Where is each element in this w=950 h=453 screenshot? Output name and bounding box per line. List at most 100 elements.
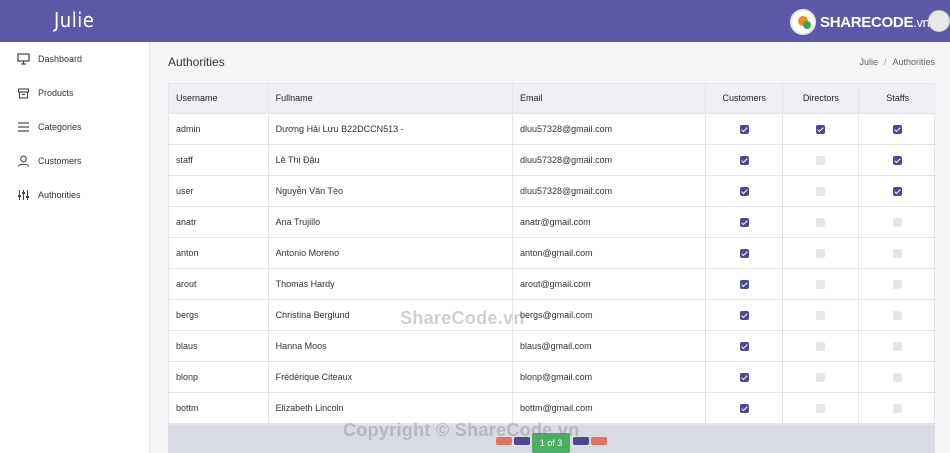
cell-staffs (858, 113, 936, 145)
cell-username: blonp (169, 361, 269, 393)
directors-role-checkbox[interactable] (816, 372, 826, 382)
breadcrumb: Julie / Authorities (859, 57, 935, 67)
breadcrumb-item-home[interactable]: Julie (859, 57, 878, 67)
sharecode-logo-icon (790, 9, 816, 35)
cell-staffs (858, 361, 936, 393)
sidebar-item-label: Authorities (38, 190, 81, 200)
sidebar-item-authorities[interactable]: Authorities (0, 182, 150, 208)
staffs-role-checkbox[interactable] (893, 341, 903, 351)
directors-role-checkbox[interactable] (816, 279, 826, 289)
table-row: anatr Ana Trujillo anatr@gmail.com (169, 206, 936, 238)
cell-directors (782, 175, 860, 207)
staffs-role-checkbox[interactable] (893, 310, 903, 320)
cell-staffs (858, 392, 936, 424)
cell-customers (705, 175, 784, 207)
table-row: anton Antonio Moreno anton@gmail.com (169, 237, 936, 269)
cell-email: anton@gmail.com (512, 237, 707, 269)
cell-staffs (858, 268, 936, 300)
pagination-last-button[interactable] (591, 437, 607, 445)
column-header-fullname: Fullname (268, 84, 513, 114)
staffs-role-checkbox[interactable] (893, 279, 903, 289)
directors-role-checkbox[interactable] (816, 248, 826, 258)
customers-role-checkbox[interactable] (739, 310, 749, 320)
cell-username: anton (169, 237, 269, 269)
sidebar-item-categories[interactable]: Categories (0, 114, 150, 140)
cell-fullname: Nguyễn Văn Tèo (268, 175, 513, 207)
cell-fullname: Antonio Moreno (268, 237, 513, 269)
sidebar-item-label: Customers (38, 156, 82, 166)
cell-customers (705, 299, 784, 331)
list-icon (17, 121, 30, 134)
cell-username: bottm (169, 392, 269, 424)
cell-customers (705, 144, 784, 176)
directors-role-checkbox[interactable] (816, 310, 826, 320)
cell-email: blonp@gmail.com (512, 361, 707, 393)
column-header-username: Username (169, 84, 269, 114)
cell-directors (782, 206, 860, 238)
staffs-role-checkbox[interactable] (893, 186, 903, 196)
monitor-icon (17, 53, 30, 66)
table-row: user Nguyễn Văn Tèo dluu57328@gmail.com (169, 175, 936, 207)
column-header-email: Email (512, 84, 707, 114)
cell-email: dluu57328@gmail.com (512, 113, 707, 145)
directors-role-checkbox[interactable] (816, 403, 826, 413)
staffs-role-checkbox[interactable] (893, 217, 903, 227)
staffs-role-checkbox[interactable] (893, 124, 903, 134)
customers-role-checkbox[interactable] (739, 248, 749, 258)
table-row: bergs Christina Berglund bergs@gmail.com (169, 299, 936, 331)
user-icon (17, 155, 30, 168)
brand-title[interactable]: Julie (54, 8, 94, 32)
cell-fullname: Hanna Moos (268, 330, 513, 362)
top-bar: Julie SHARECODE.vn (0, 0, 950, 42)
customers-role-checkbox[interactable] (739, 372, 749, 382)
staffs-role-checkbox[interactable] (893, 372, 903, 382)
sidebar-item-products[interactable]: Products (0, 80, 150, 106)
customers-role-checkbox[interactable] (739, 341, 749, 351)
user-avatar[interactable] (928, 10, 950, 32)
page-title: Authorities (168, 55, 225, 69)
customers-role-checkbox[interactable] (739, 403, 749, 413)
cell-username: user (169, 175, 269, 207)
sidebar-item-customers[interactable]: Customers (0, 148, 150, 174)
customers-role-checkbox[interactable] (739, 279, 749, 289)
cell-staffs (858, 175, 936, 207)
cell-email: anatr@gmail.com (512, 206, 707, 238)
staffs-role-checkbox[interactable] (893, 248, 903, 258)
directors-role-checkbox[interactable] (816, 217, 826, 227)
cell-fullname: Dương Hải Lưu B22DCCN513 - (268, 113, 513, 145)
cell-customers (705, 361, 784, 393)
customers-role-checkbox[interactable] (739, 186, 749, 196)
customers-role-checkbox[interactable] (739, 124, 749, 134)
cell-fullname: Lê Thị Đậu (268, 144, 513, 176)
table-row: bottm Elizabeth Lincoln bottm@gmail.com (169, 392, 936, 424)
sharecode-logo-text: SHARECODE.vn (820, 13, 930, 31)
sidebar: Dashboard Products Categories Customers … (0, 42, 150, 453)
cell-staffs (858, 330, 936, 362)
cell-directors (782, 113, 860, 145)
cell-customers (705, 237, 784, 269)
cell-email: arout@gmail.com (512, 268, 707, 300)
cell-username: admin (169, 113, 269, 145)
staffs-role-checkbox[interactable] (893, 403, 903, 413)
directors-role-checkbox[interactable] (816, 155, 826, 165)
cell-username: staff (169, 144, 269, 176)
cell-username: bergs (169, 299, 269, 331)
cell-directors (782, 361, 860, 393)
sidebar-item-dashboard[interactable]: Dashboard (0, 46, 150, 72)
directors-role-checkbox[interactable] (816, 186, 826, 196)
cell-fullname: Frédérique Citeaux (268, 361, 513, 393)
box-icon (17, 87, 30, 100)
cell-email: bottm@gmail.com (512, 392, 707, 424)
directors-role-checkbox[interactable] (816, 124, 826, 134)
cell-email: bergs@gmail.com (512, 299, 707, 331)
customers-role-checkbox[interactable] (739, 217, 749, 227)
cell-directors (782, 392, 860, 424)
directors-role-checkbox[interactable] (816, 341, 826, 351)
staffs-role-checkbox[interactable] (893, 155, 903, 165)
sidebar-item-label: Categories (38, 122, 82, 132)
column-header-directors: Directors (782, 84, 860, 114)
customers-role-checkbox[interactable] (739, 155, 749, 165)
cell-staffs (858, 144, 936, 176)
sidebar-item-label: Products (38, 88, 74, 98)
cell-username: blaus (169, 330, 269, 362)
